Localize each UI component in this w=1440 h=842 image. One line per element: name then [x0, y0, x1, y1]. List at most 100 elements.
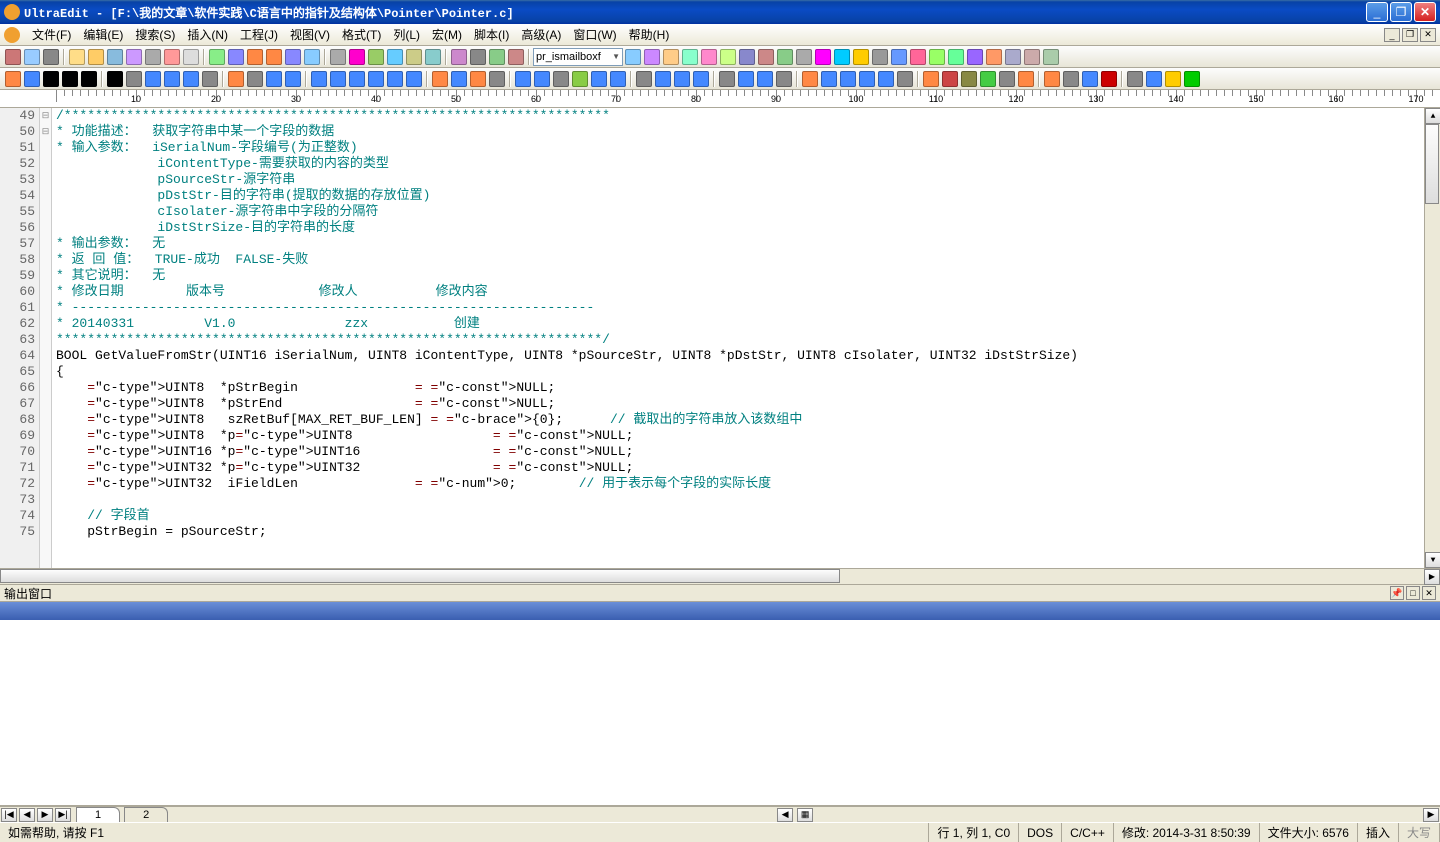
toolbar-button[interactable] [1081, 70, 1099, 88]
toolbar-button[interactable] [87, 48, 105, 66]
toolbar-button[interactable] [890, 48, 908, 66]
center-list-button[interactable]: ▦ [797, 808, 813, 822]
toolbar-button[interactable] [552, 70, 570, 88]
toolbar-button[interactable] [386, 48, 404, 66]
toolbar-button[interactable] [852, 48, 870, 66]
toolbar-button[interactable] [61, 70, 79, 88]
toolbar-button[interactable] [966, 48, 984, 66]
toolbar-button[interactable] [386, 70, 404, 88]
toolbar-button[interactable] [201, 70, 219, 88]
toolbar-button[interactable] [208, 48, 226, 66]
status-insert[interactable]: 插入 [1358, 823, 1399, 842]
tab-prev-button[interactable]: ◀ [19, 808, 35, 822]
toolbar-button[interactable] [533, 70, 551, 88]
horizontal-scrollbar[interactable]: ▶ [0, 568, 1440, 584]
toolbar-button[interactable] [469, 70, 487, 88]
hscroll-thumb[interactable] [0, 569, 840, 583]
toolbar-button[interactable] [718, 70, 736, 88]
menu-格式[interactable]: 格式(T) [336, 24, 387, 45]
vertical-scrollbar[interactable]: ▲ ▼ [1424, 108, 1440, 568]
toolbar-button[interactable] [839, 70, 857, 88]
menu-宏[interactable]: 宏(M) [426, 24, 468, 45]
toolbar-button[interactable] [125, 48, 143, 66]
toolbar-button[interactable] [776, 48, 794, 66]
vscroll-thumb[interactable] [1425, 124, 1439, 204]
toolbar-button[interactable] [68, 48, 86, 66]
toolbar-button[interactable] [4, 70, 22, 88]
toolbar-button[interactable] [144, 70, 162, 88]
toolbar-button[interactable] [284, 48, 302, 66]
toolbar-button[interactable] [514, 70, 532, 88]
toolbar-button[interactable] [738, 48, 756, 66]
toolbar-button[interactable] [507, 48, 525, 66]
toolbar-button[interactable] [431, 70, 449, 88]
toolbar-button[interactable] [1183, 70, 1201, 88]
toolbar-button[interactable] [163, 70, 181, 88]
menu-窗口[interactable]: 窗口(W) [567, 24, 622, 45]
menu-帮助[interactable]: 帮助(H) [623, 24, 676, 45]
mdi-min-button[interactable]: _ [1384, 28, 1400, 42]
maximize-button[interactable]: ❐ [1390, 2, 1412, 22]
menu-插入[interactable]: 插入(N) [181, 24, 234, 45]
toolbar-button[interactable] [182, 48, 200, 66]
toolbar-button[interactable] [858, 70, 876, 88]
center-prev-button[interactable]: ◀ [777, 808, 793, 822]
menu-文件[interactable]: 文件(F) [26, 24, 77, 45]
toolbar-button[interactable] [635, 70, 653, 88]
toolbar-button[interactable] [1042, 48, 1060, 66]
menu-脚本[interactable]: 脚本(I) [468, 24, 515, 45]
toolbar-button[interactable] [871, 48, 889, 66]
menu-视图[interactable]: 视图(V) [284, 24, 336, 45]
toolbar-button[interactable] [163, 48, 181, 66]
mdi-restore-button[interactable]: ❐ [1402, 28, 1418, 42]
toolbar-button[interactable] [265, 48, 283, 66]
toolbar-button[interactable] [367, 70, 385, 88]
toolbar-button[interactable] [303, 48, 321, 66]
toolbar-button[interactable] [246, 70, 264, 88]
toolbar-button[interactable] [4, 48, 22, 66]
toolbar-button[interactable] [998, 70, 1016, 88]
toolbar-button[interactable] [795, 48, 813, 66]
tab-next-button[interactable]: ▶ [37, 808, 53, 822]
toolbar-button[interactable] [144, 48, 162, 66]
toolbar-button[interactable] [941, 70, 959, 88]
toolbar-button[interactable] [106, 70, 124, 88]
toolbar-button[interactable] [654, 70, 672, 88]
toolbar-button[interactable] [488, 70, 506, 88]
toolbar-button[interactable] [182, 70, 200, 88]
mdi-close-button[interactable]: ✕ [1420, 28, 1436, 42]
toolbar-button[interactable] [960, 70, 978, 88]
toolbar-button[interactable] [1023, 48, 1041, 66]
toolbar-button[interactable] [1043, 70, 1061, 88]
toolbar-combo[interactable]: pr_ismailboxf [533, 48, 623, 66]
toolbar-button[interactable] [1017, 70, 1035, 88]
toolbar-button[interactable] [310, 70, 328, 88]
toolbar-button[interactable] [42, 48, 60, 66]
toolbar-button[interactable] [80, 70, 98, 88]
output-pin-button[interactable]: 📌 [1390, 586, 1404, 600]
document-tab[interactable]: 2 [124, 807, 168, 822]
toolbar-button[interactable] [1062, 70, 1080, 88]
toolbar-button[interactable] [348, 70, 366, 88]
toolbar-button[interactable] [450, 70, 468, 88]
document-tab[interactable]: 1 [76, 807, 120, 822]
toolbar-button[interactable] [227, 48, 245, 66]
minimize-button[interactable]: _ [1366, 2, 1388, 22]
toolbar-button[interactable] [947, 48, 965, 66]
toolbar-button[interactable] [265, 70, 283, 88]
menu-搜索[interactable]: 搜索(S) [129, 24, 181, 45]
toolbar-button[interactable] [979, 70, 997, 88]
toolbar-button[interactable] [348, 48, 366, 66]
scroll-right-button[interactable]: ▶ [1424, 569, 1440, 585]
scroll-down-button[interactable]: ▼ [1425, 552, 1440, 568]
toolbar-button[interactable] [692, 70, 710, 88]
tab-last-button[interactable]: ▶| [55, 808, 71, 822]
toolbar-button[interactable] [469, 48, 487, 66]
toolbar-button[interactable] [681, 48, 699, 66]
toolbar-button[interactable] [700, 48, 718, 66]
toolbar-button[interactable] [928, 48, 946, 66]
toolbar-button[interactable] [643, 48, 661, 66]
toolbar-button[interactable] [405, 70, 423, 88]
tab-scroll-right-button[interactable]: ▶ [1423, 808, 1439, 822]
toolbar-button[interactable] [329, 48, 347, 66]
